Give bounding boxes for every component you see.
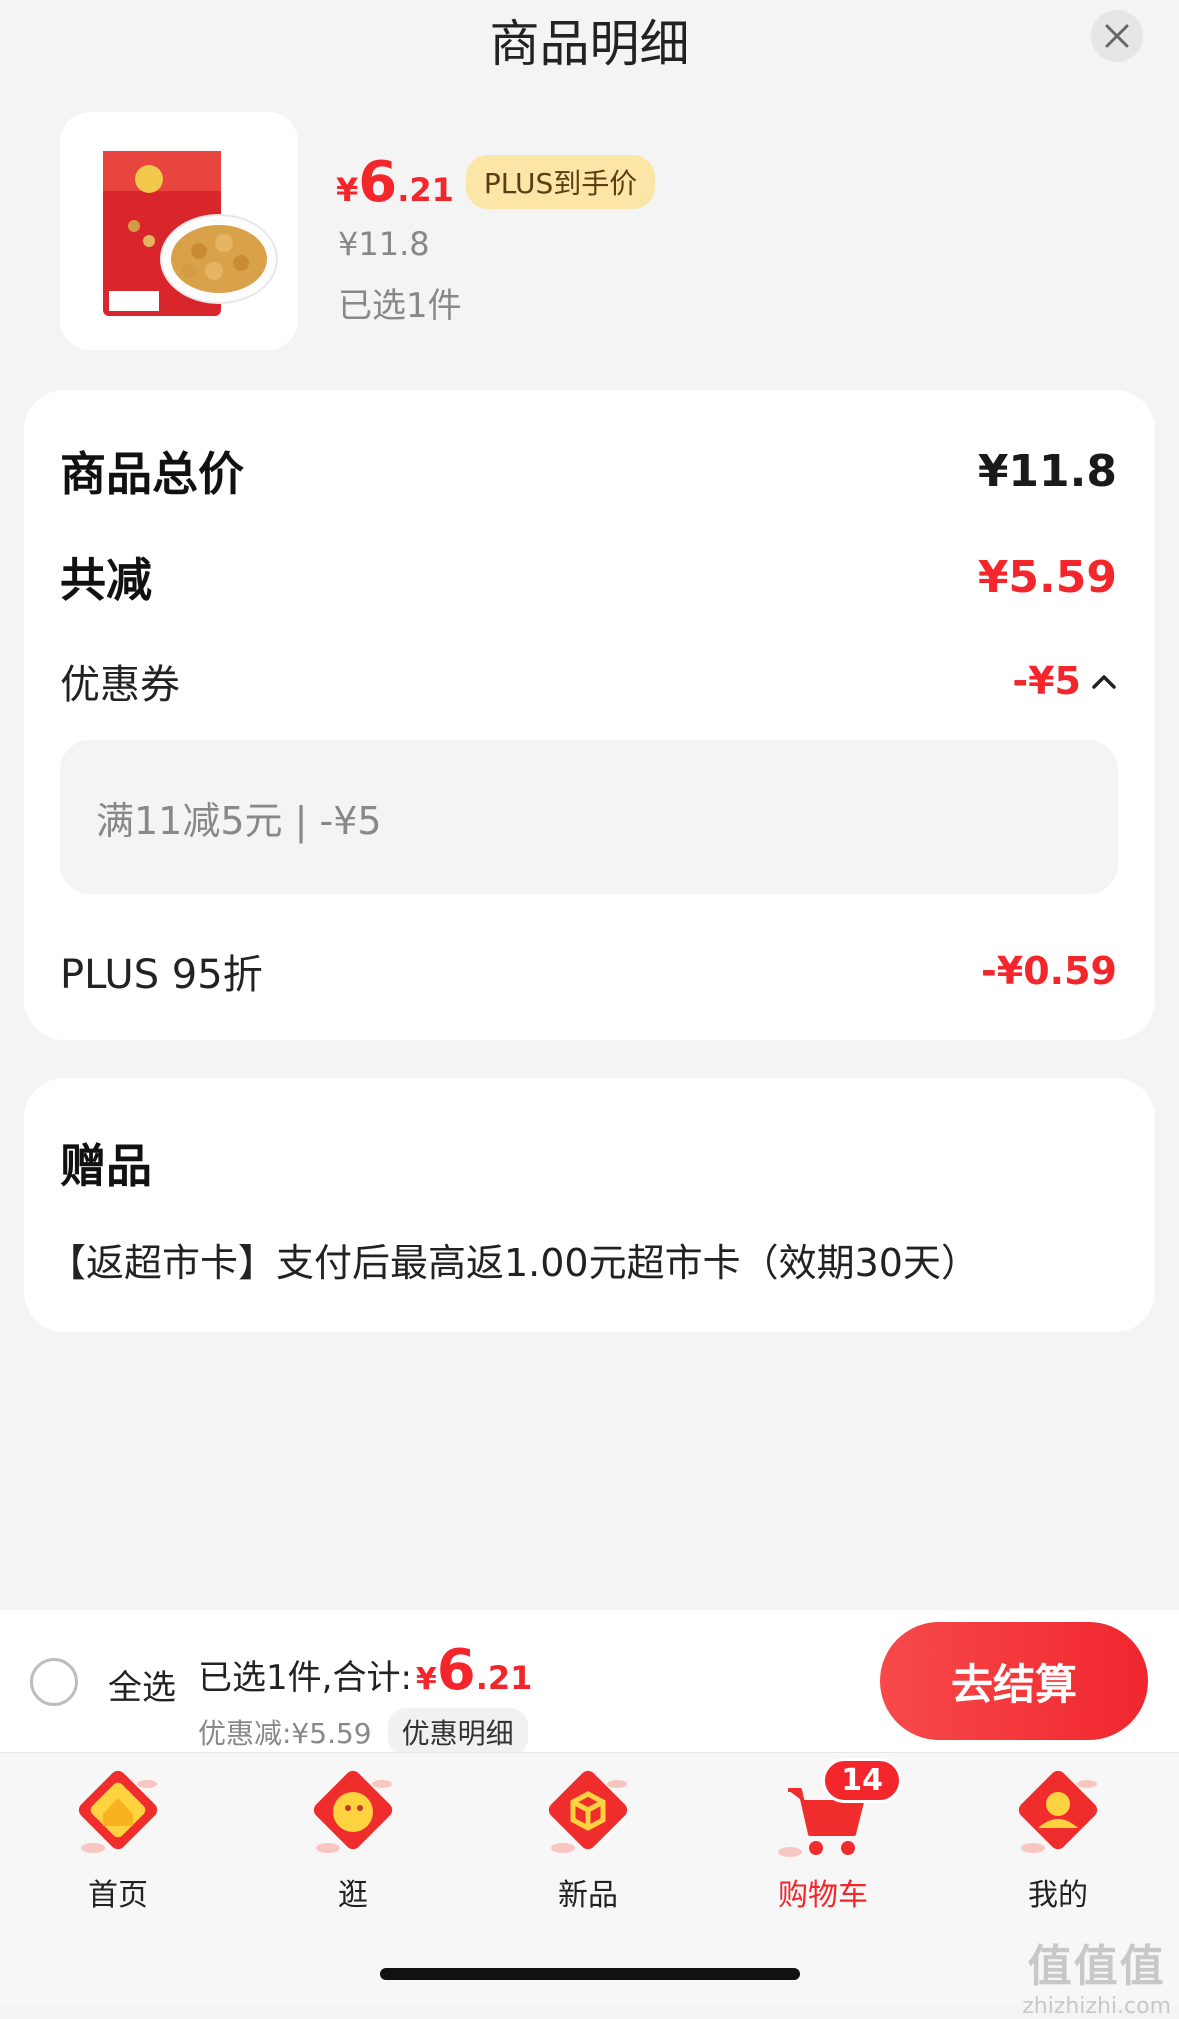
profile-icon: [1003, 1762, 1113, 1872]
tab-new-label: 新品: [558, 1878, 618, 1913]
product-image: [60, 112, 298, 350]
summary-prefix: 已选1件,合计:: [198, 1658, 412, 1698]
watermark: 值值值 zhizhizhi.com: [1022, 1930, 1171, 2019]
summary-decimal: .21: [475, 1659, 533, 1697]
cart-count-badge: 14: [822, 1758, 902, 1803]
coupon-value: -¥5: [1012, 659, 1081, 703]
home-icon: [63, 1762, 173, 1872]
page-title: 商品明细: [489, 15, 690, 73]
checkout-summary: 已选1件,合计: ¥ 6 .21: [198, 1638, 532, 1703]
tab-profile[interactable]: 我的: [978, 1762, 1138, 1914]
total-value: ¥11.8: [977, 445, 1117, 497]
plus-price-badge: PLUS到手价: [465, 155, 656, 209]
price-currency: ¥: [336, 171, 359, 209]
original-price: ¥11.8: [338, 225, 430, 263]
total-row: 商品总价 ¥11.8: [60, 438, 1117, 504]
chevron-up-icon[interactable]: [1091, 672, 1117, 690]
coupon-detail: 满11减5元 | -¥5: [96, 798, 382, 843]
product-price: ¥ 6 .21 PLUS到手价: [336, 150, 656, 217]
tab-profile-label: 我的: [1028, 1878, 1088, 1913]
select-all-checkbox[interactable]: [30, 1658, 78, 1706]
close-icon: [1105, 24, 1129, 48]
tab-cart-label: 购物车: [778, 1878, 868, 1913]
price-decimal: .21: [397, 171, 454, 209]
tab-cart[interactable]: 14 购物车: [743, 1758, 903, 1914]
watermark-url: zhizhizhi.com: [1022, 1994, 1171, 2019]
gift-description: 【返超市卡】支付后最高返1.00元超市卡（效期30天）: [48, 1241, 979, 1285]
price-integer: 6: [358, 150, 398, 215]
checkout-button[interactable]: 去结算: [880, 1622, 1148, 1740]
gift-card: [24, 1078, 1155, 1332]
tab-home[interactable]: 首页: [38, 1762, 198, 1914]
summary-currency: ¥: [415, 1662, 437, 1697]
tab-new[interactable]: 新品: [508, 1762, 668, 1914]
browse-icon: [298, 1762, 408, 1872]
coupon-row[interactable]: 优惠券 -¥5: [60, 652, 1117, 710]
coupon-detail-box: 满11减5元 | -¥5: [60, 740, 1118, 894]
discount-amount: 优惠减:¥5.59: [198, 1717, 372, 1750]
close-button[interactable]: [1091, 10, 1143, 62]
reduce-label: 共减: [60, 553, 152, 607]
home-indicator: [380, 1968, 800, 1980]
reduce-value: ¥5.59: [977, 551, 1117, 603]
discount-detail-button[interactable]: 优惠明细: [387, 1708, 528, 1756]
gift-title: 赠品: [60, 1139, 152, 1193]
discount-line: 优惠减:¥5.59 优惠明细: [198, 1708, 528, 1756]
new-icon: [533, 1762, 643, 1872]
total-label: 商品总价: [60, 447, 244, 501]
tab-browse[interactable]: 逛: [273, 1762, 433, 1914]
plus-discount-value: -¥0.59: [981, 949, 1117, 993]
tab-browse-label: 逛: [338, 1878, 368, 1913]
tab-home-label: 首页: [88, 1878, 148, 1913]
selected-count: 已选1件: [338, 286, 462, 326]
select-all-label[interactable]: 全选: [108, 1660, 176, 1709]
coupon-label: 优惠券: [60, 662, 180, 708]
summary-integer: 6: [436, 1638, 476, 1703]
plus-discount-row: PLUS 95折 -¥0.59: [60, 942, 1117, 1000]
watermark-logo: 值值值: [1027, 1941, 1166, 1992]
reduce-row: 共减 ¥5.59: [60, 544, 1117, 610]
plus-discount-label: PLUS 95折: [60, 952, 263, 998]
cart-icon: 14: [768, 1758, 902, 1872]
